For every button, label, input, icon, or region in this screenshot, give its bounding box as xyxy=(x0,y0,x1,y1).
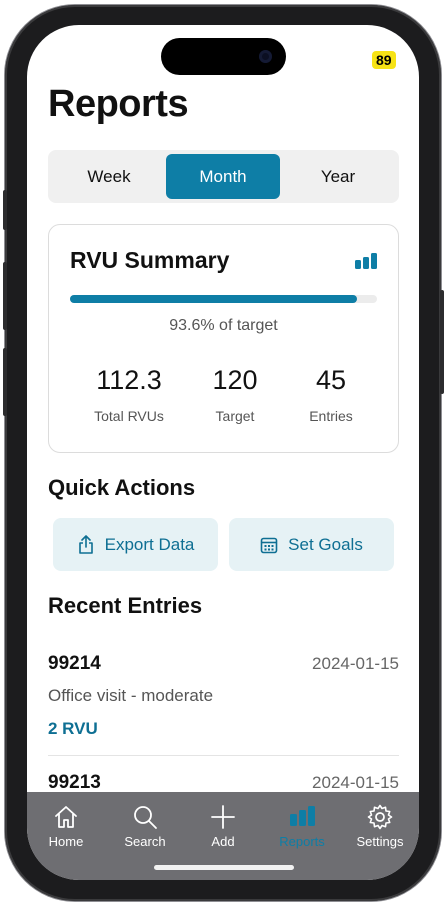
volume-up-button xyxy=(3,262,7,330)
gear-icon xyxy=(367,804,393,830)
segment-week[interactable]: Week xyxy=(52,154,166,199)
camera-icon xyxy=(259,50,272,63)
home-indicator[interactable] xyxy=(154,865,294,870)
divider xyxy=(48,755,399,756)
tab-label: Add xyxy=(211,834,235,849)
segment-year[interactable]: Year xyxy=(281,154,395,199)
tab-label: Home xyxy=(48,834,84,849)
action-button xyxy=(3,190,7,230)
set-goals-label: Set Goals xyxy=(288,534,363,554)
period-segmented-control: Week Month Year xyxy=(48,150,399,203)
tab-home[interactable]: Home xyxy=(31,804,101,849)
recent-entries-heading: Recent Entries xyxy=(48,593,203,618)
stat-value: 45 xyxy=(315,365,347,395)
calendar-icon xyxy=(260,537,278,553)
tab-settings[interactable]: Settings xyxy=(345,804,415,849)
entry-date: 2024-01-15 xyxy=(312,654,399,673)
search-icon xyxy=(134,806,157,829)
share-icon xyxy=(78,534,93,554)
export-data-button[interactable]: Export Data xyxy=(53,518,218,571)
stat-value: 112.3 xyxy=(96,365,162,395)
stat-label: Total RVUs xyxy=(94,408,164,424)
set-goals-button[interactable]: Set Goals xyxy=(229,518,394,571)
progress-bar xyxy=(70,295,377,303)
stat-label: Entries xyxy=(309,408,353,424)
progress-fill xyxy=(70,295,358,303)
tab-search[interactable]: Search xyxy=(110,804,180,849)
page-title: Reports xyxy=(48,83,189,125)
tab-label: Reports xyxy=(279,834,325,849)
entry-rvu: 2 RVU xyxy=(48,719,98,738)
stat-target: 120 Target xyxy=(195,365,275,424)
entry-date: 2024-01-15 xyxy=(312,773,399,792)
rvu-summary-card: RVU Summary 93.6% of target 112.3 Total … xyxy=(48,224,399,453)
tab-reports[interactable]: Reports xyxy=(267,804,337,849)
card-title: RVU Summary xyxy=(70,247,230,273)
stat-total-rvus: 112.3 Total RVUs xyxy=(79,365,179,424)
segment-month[interactable]: Month xyxy=(166,154,280,199)
bar-chart-icon xyxy=(290,806,315,826)
entry-code: 99214 xyxy=(48,653,101,674)
dynamic-island xyxy=(161,38,286,75)
stat-value: 120 xyxy=(212,365,258,395)
entry-description: Office visit - moderate xyxy=(48,686,214,705)
stat-entries: 45 Entries xyxy=(291,365,371,424)
tab-add[interactable]: Add xyxy=(188,804,258,849)
screen: 89 Reports Week Month Year RVU Summary 9… xyxy=(27,25,419,880)
tab-label: Search xyxy=(124,834,166,849)
home-icon xyxy=(55,806,77,828)
plus-icon xyxy=(211,805,235,829)
stat-label: Target xyxy=(215,408,255,424)
entry-code: 99213 xyxy=(48,772,101,793)
battery-indicator: 89 xyxy=(372,51,396,69)
power-button xyxy=(440,290,444,394)
bar-chart-icon xyxy=(355,253,377,269)
export-data-label: Export Data xyxy=(104,534,195,554)
volume-down-button xyxy=(3,348,7,416)
tab-label: Settings xyxy=(356,834,404,849)
progress-text: 93.6% of target xyxy=(169,317,278,334)
quick-actions-heading: Quick Actions xyxy=(48,475,196,500)
